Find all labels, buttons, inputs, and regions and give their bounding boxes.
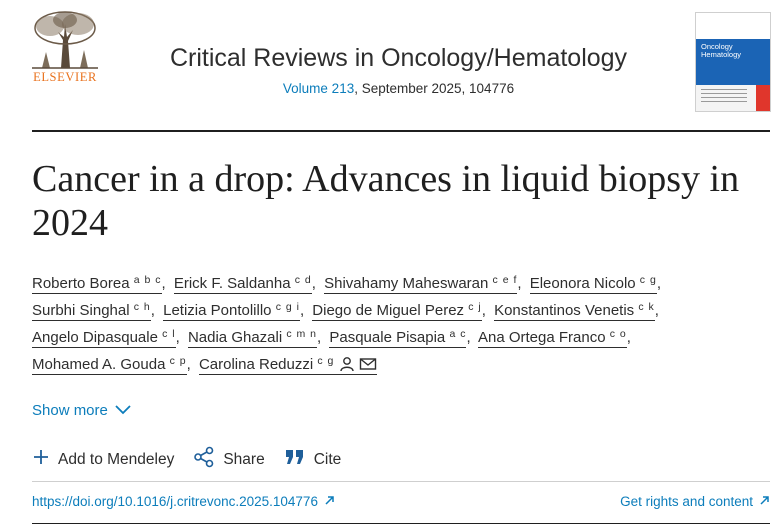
author-link[interactable]: Pasquale Pisapia a c (329, 329, 467, 348)
share-icon (193, 446, 215, 473)
volume-line: Volume 213, September 2025, 104776 (110, 81, 687, 96)
author-list: Roberto Borea a b c, Erick F. Saldanha c… (32, 270, 752, 381)
add-to-mendeley-label: Add to Mendeley (58, 450, 175, 468)
doi-link[interactable]: https://doi.org/10.1016/j.critrevonc.202… (32, 494, 335, 509)
author-link[interactable]: Eleonora Nicolo c g (529, 275, 657, 294)
author-link[interactable]: Roberto Borea a b c (32, 275, 162, 294)
author-link[interactable]: Ana Ortega Franco c o (477, 329, 627, 348)
author-link[interactable]: Angelo Dipasquale c l (32, 329, 176, 348)
author-link[interactable]: Nadia Ghazali c m n (187, 329, 318, 348)
share-label: Share (223, 450, 265, 468)
author-link[interactable]: Mohamed A. Gouda c p (32, 356, 187, 375)
author-link[interactable]: Letizia Pontolillo c g i (163, 302, 300, 321)
share-button[interactable]: Share (193, 446, 265, 473)
envelope-icon[interactable] (359, 354, 377, 381)
plus-icon (32, 448, 50, 471)
cover-title: Oncology Hematology (701, 42, 742, 59)
article-actions: Add to Mendeley Share Cite (32, 446, 360, 473)
actions-divider (32, 481, 770, 482)
issue-details: , September 2025, 104776 (354, 81, 515, 96)
show-more-label: Show more (32, 402, 108, 419)
doi-text: https://doi.org/10.1016/j.critrevonc.202… (32, 494, 318, 509)
show-more-button[interactable]: Show more (32, 402, 132, 419)
author-link[interactable]: Surbhi Singhal c h (32, 302, 151, 321)
external-arrow-icon (324, 494, 335, 509)
external-arrow-icon (759, 494, 770, 509)
get-rights-link[interactable]: Get rights and content (620, 494, 770, 509)
get-rights-text: Get rights and content (620, 494, 753, 509)
bottom-divider (32, 523, 770, 524)
add-to-mendeley-button[interactable]: Add to Mendeley (32, 448, 174, 471)
quote-icon (284, 448, 306, 471)
author-link[interactable]: Konstantinos Venetis c k (494, 302, 655, 321)
header-divider (32, 130, 770, 132)
author-link[interactable]: Shivahamy Maheswaran c e f (324, 275, 518, 294)
author-link[interactable]: Erick F. Saldanha c d (173, 275, 312, 294)
author-link-corresponding[interactable]: Carolina Reduzzi c g (198, 356, 377, 375)
article-title: Cancer in a drop: Advances in liquid bio… (32, 158, 740, 244)
journal-title[interactable]: Critical Reviews in Oncology/Hematology (110, 44, 687, 73)
person-icon (339, 354, 355, 381)
cite-button[interactable]: Cite (284, 448, 342, 471)
chevron-down-icon (114, 402, 132, 419)
elsevier-wordmark: ELSEVIER (33, 70, 97, 84)
volume-link[interactable]: Volume 213 (283, 81, 354, 96)
journal-title-link[interactable]: Critical Reviews in Oncology/Hematology (170, 44, 627, 72)
cite-label: Cite (313, 450, 342, 468)
journal-cover-image[interactable]: Oncology Hematology (695, 12, 771, 112)
author-link[interactable]: Diego de Miguel Perez c j (312, 302, 482, 321)
